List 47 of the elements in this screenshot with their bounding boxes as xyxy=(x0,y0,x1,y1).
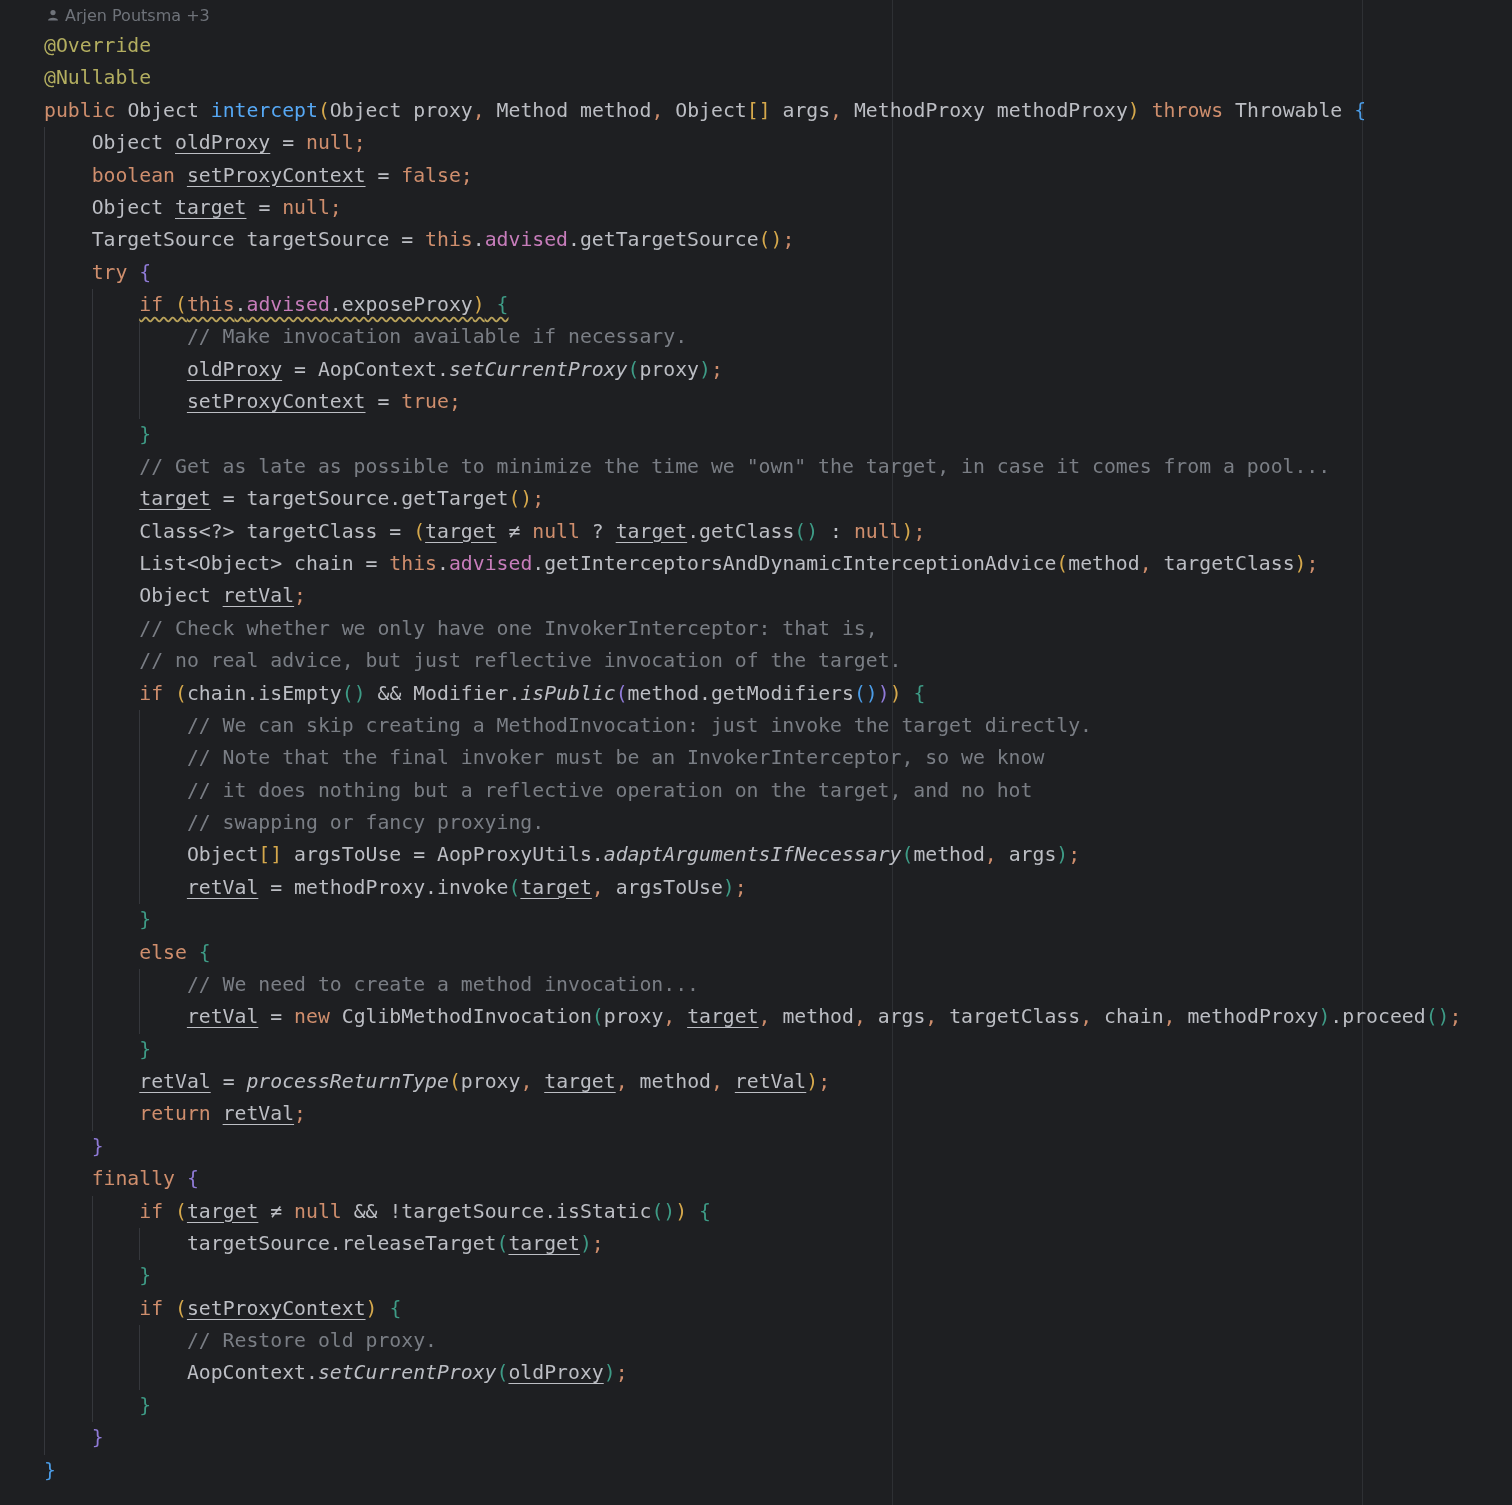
code-line: retVal = processReturnType(proxy, target, method, retVal); xyxy=(139,1069,831,1095)
code-line: retVal = new CglibMethodInvocation(proxy, target, method, args, targetClass, chain, methodProxy).proceed(); xyxy=(186,1004,1462,1031)
code-line: retVal = methodProxy.invoke(target, argsToUse); xyxy=(186,874,747,901)
code-comment: // We need to create a method invocation... xyxy=(186,971,699,998)
code-line: } xyxy=(139,1036,152,1063)
code-line: else { xyxy=(139,939,211,966)
code-line: } xyxy=(44,1457,56,1484)
code-comment: // swapping or fancy proxying. xyxy=(186,810,545,836)
code-line: Class<?> targetClass = (target ≠ null ? target.getClass() : null); xyxy=(139,518,926,545)
code-line: Object[] argsToUse = AopProxyUtils.adaptArgumentsIfNecessary(method, args); xyxy=(186,842,1081,869)
code-line: try { xyxy=(91,259,152,286)
code-line: } xyxy=(91,1133,104,1160)
code-line: Object oldProxy = null; xyxy=(91,130,366,157)
code-line: setProxyContext = true; xyxy=(186,389,461,416)
code-line: Object target = null; xyxy=(91,194,342,221)
code-comment: // We can skip creating a MethodInvocation: just invoke the target directly. xyxy=(186,712,1092,739)
code-line: if (target ≠ null && !targetSource.isStatic()) { xyxy=(139,1198,711,1225)
code-line: boolean setProxyContext = false; xyxy=(91,162,473,189)
code-line: } xyxy=(139,421,152,448)
code-line: if (setProxyContext) { xyxy=(139,1295,402,1322)
code-line: } xyxy=(139,907,152,934)
code-line: finally { xyxy=(91,1166,199,1193)
code-comment: // no real advice, but just reflective invocation of the target. xyxy=(139,648,902,675)
code-comment: // Make invocation available if necessary. xyxy=(186,324,688,351)
code-comment: // Note that the final invoker must be an InvokerInterceptor, so we know xyxy=(186,745,1045,772)
code-line: target = targetSource.getTarget(); xyxy=(139,486,545,513)
code-line: AopContext.setCurrentProxy(oldProxy); xyxy=(186,1360,628,1387)
code-line: TargetSource targetSource = this.advised.getTargetSource(); xyxy=(91,227,795,254)
person-icon xyxy=(47,9,59,21)
code-line: targetSource.releaseTarget(target); xyxy=(186,1230,604,1257)
code-line: } xyxy=(91,1425,104,1452)
code-line: } xyxy=(139,1392,152,1419)
code-line: if (this.advised.exposeProxy) { xyxy=(139,292,509,318)
code-line: public Object intercept(Object proxy, Method method, Object[] args, MethodProxy methodProxy) throws Throwable { xyxy=(44,97,1367,124)
code-line: if (chain.isEmpty() && Modifier.isPublic(method.getModifiers())) { xyxy=(139,680,926,707)
code-line: List<Object> chain = this.advised.getInterceptorsAndDynamicInterceptionAdvice(method, targetClass); xyxy=(139,551,1319,577)
code-comment: // Check whether we only have one InvokerInterceptor: that is, xyxy=(139,615,878,642)
code-line: } xyxy=(139,1263,152,1290)
code-line: Object retVal; xyxy=(139,583,306,610)
code-line: @Override xyxy=(44,33,152,59)
code-comment: // Restore old proxy. xyxy=(186,1328,437,1354)
code-comment: // it does nothing but a reflective operation on the target, and no hot xyxy=(186,777,1033,804)
code-comment: // Get as late as possible to minimize the time we "own" the target, in case it comes from a pool... xyxy=(139,453,1331,480)
code-line: oldProxy = AopContext.setCurrentProxy(proxy); xyxy=(186,356,723,383)
author-hint[interactable]: Arjen Poutsma +3 xyxy=(65,5,210,25)
code-line: return retVal; xyxy=(139,1101,306,1128)
code-line: @Nullable xyxy=(44,65,152,92)
